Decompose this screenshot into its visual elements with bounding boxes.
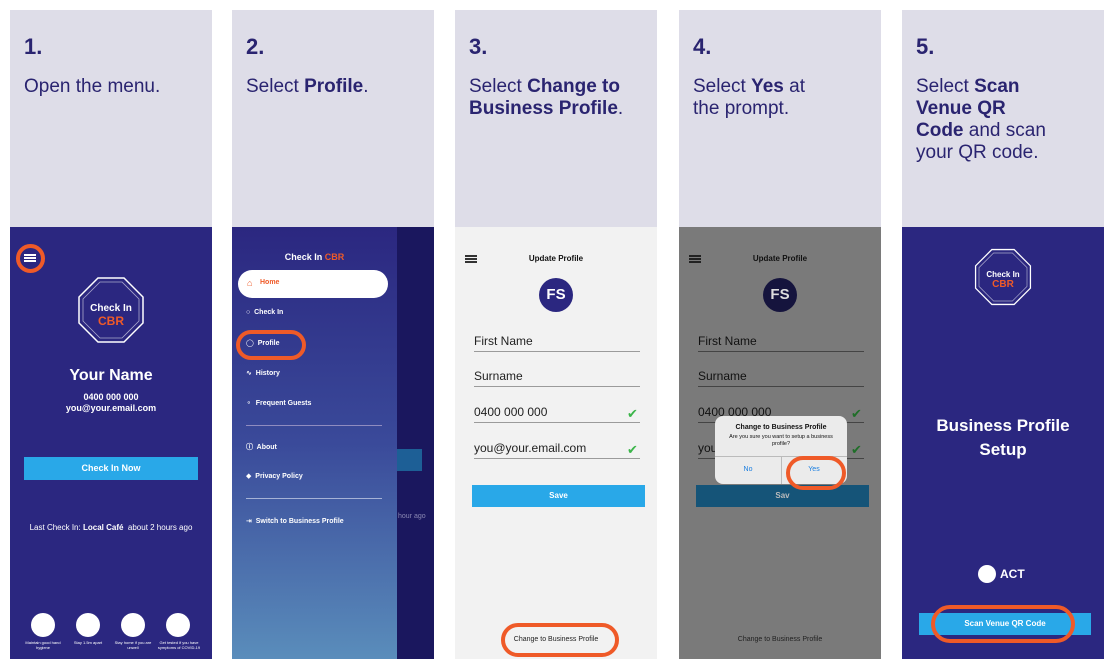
step-text: Select Change to Business Profile. [469, 76, 624, 119]
distance-icon [76, 613, 100, 637]
menu-divider [246, 425, 382, 426]
menu-item-check-in[interactable]: ○ Check In [246, 309, 283, 316]
field-underline [474, 351, 640, 352]
step-number: 2. [246, 34, 265, 59]
avatar: FS [763, 278, 797, 312]
home-icon: ⌂ [247, 278, 253, 288]
test-swab-icon [166, 613, 190, 637]
last-check-in: Last Check In: Local Café about 2 hours … [29, 523, 193, 532]
menu-item-about[interactable]: ⓘ About [246, 442, 277, 452]
avatar: FS [539, 278, 573, 312]
heading-line-1: Business Profile [936, 416, 1070, 435]
instruction-panel: 5. Select Scan Venue QR Code and scan yo… [902, 10, 1104, 227]
menu-item-history[interactable]: ∿ History [246, 369, 280, 377]
logo-text: Check In [986, 270, 1020, 279]
check-in-icon: ○ [246, 309, 251, 316]
logo-accent-text: CBR [992, 279, 1014, 290]
step-number: 5. [916, 34, 935, 59]
check-in-now-button[interactable]: Check In Now [24, 457, 198, 480]
dimmed-button [397, 449, 422, 471]
instruction-panel: 2. Select Profile. [232, 10, 434, 227]
step-text: Select Scan Venue QR Code and scan your … [916, 76, 1046, 163]
dimmed-background [397, 227, 434, 659]
step-number: 1. [24, 34, 43, 59]
step-2: 2. Select Profile. hour ago Check In CBR… [232, 10, 434, 659]
act-government-logo: ACT [1000, 567, 1025, 581]
hamburger-menu-icon[interactable] [24, 254, 36, 262]
highlight-ring [501, 623, 619, 657]
act-government-crest-icon [978, 565, 996, 583]
stay-home-icon [121, 613, 145, 637]
step-number: 4. [693, 34, 712, 59]
logo-text: Check In [90, 303, 132, 314]
step-text: Open the menu. [24, 76, 161, 97]
tip-label: Get tested if you have symptoms of COVID… [157, 640, 201, 650]
logo-accent-text: CBR [98, 314, 124, 328]
check-icon: ✔ [627, 442, 638, 457]
menu-divider [246, 498, 382, 499]
highlight-ring [931, 605, 1075, 643]
dialog-title: Change to Business Profile [735, 424, 827, 431]
highlight-ring [786, 456, 846, 490]
menu-item-home[interactable]: ⌂ Home [238, 270, 388, 298]
first-name-field[interactable]: First Name [474, 334, 533, 348]
phone-field[interactable]: 0400 000 000 [474, 405, 547, 419]
screen-title: Update Profile [528, 254, 584, 263]
phone-screen-update-profile: Update Profile FS First Name Surname 040… [455, 227, 657, 659]
hand-hygiene-icon [31, 613, 55, 637]
menu-title: Check In CBR [284, 252, 345, 262]
step-1: 1. Open the menu. Check In CBR Your Name… [10, 10, 212, 659]
heading-line-2: Setup [979, 440, 1027, 459]
phone-screen-dialog: Update Profile FS First Name Surname 040… [679, 227, 881, 659]
step-5: 5. Select Scan Venue QR Code and scan yo… [902, 10, 1104, 659]
user-phone: 0400 000 000 [83, 392, 139, 402]
user-email: you@your.email.com [65, 403, 157, 413]
phone-screen-menu: hour ago Check In CBR ⌂ Home ○ Check In … [232, 227, 434, 659]
change-to-business-link: Change to Business Profile [737, 636, 823, 643]
menu-item-privacy-policy[interactable]: ◆ Privacy Policy [246, 472, 303, 480]
step-4: 4. Select Yes at the prompt. Update Prof… [679, 10, 881, 659]
highlight-ring [236, 330, 306, 360]
dialog-message: Are you sure you want to setup a busines… [729, 434, 833, 447]
check-icon: ✔ [627, 406, 638, 421]
history-icon: ∿ [246, 370, 252, 377]
screen-title: Update Profile [752, 254, 808, 263]
menu-item-switch-business[interactable]: ⇥ Switch to Business Profile [246, 517, 344, 525]
tip-label: Maintain good hand hygiene [25, 640, 61, 650]
switch-icon: ⇥ [246, 518, 252, 525]
save-button: Sav [696, 485, 869, 507]
info-icon: ⓘ [246, 444, 253, 451]
user-name: Your Name [69, 367, 153, 384]
check-icon: ✔ [851, 442, 862, 457]
surname-field: Surname [698, 369, 747, 383]
step-number: 3. [469, 34, 488, 59]
field-underline [698, 386, 864, 387]
surname-field[interactable]: Surname [474, 369, 523, 383]
check-icon: ✔ [851, 406, 862, 421]
instruction-panel: 1. Open the menu. [10, 10, 212, 227]
dimmed-text: hour ago [398, 513, 426, 520]
field-underline [698, 351, 864, 352]
email-field[interactable]: you@your.email.com [474, 441, 586, 455]
field-underline [474, 458, 640, 459]
tip-label: Stay 1.5m apart [73, 640, 103, 645]
field-underline [474, 386, 640, 387]
first-name-field: First Name [698, 334, 757, 348]
side-menu: Check In CBR ⌂ Home ○ Check In ◯ Profile… [232, 227, 397, 659]
phone-screen-home: Check In CBR Your Name 0400 000 000 you@… [10, 227, 212, 659]
tip-label: Stay home if you are unwell [114, 640, 152, 650]
phone-screen-business-setup: Check In CBR Business Profile Setup ACT … [902, 227, 1104, 659]
step-text: Select Profile. [246, 76, 369, 97]
instruction-panel: 4. Select Yes at the prompt. [679, 10, 881, 227]
field-underline [474, 422, 640, 423]
menu-item-label: Home [260, 279, 280, 286]
guests-icon: ⚬ [246, 400, 252, 407]
step-text: Select Yes at the prompt. [693, 76, 805, 119]
instruction-panel: 3. Select Change to Business Profile. [455, 10, 657, 227]
shield-icon: ◆ [246, 473, 252, 480]
step-3: 3. Select Change to Business Profile. Up… [455, 10, 657, 659]
save-button[interactable]: Save [472, 485, 645, 507]
dialog-no-button[interactable]: No [715, 466, 781, 473]
menu-item-frequent-guests[interactable]: ⚬ Frequent Guests [246, 399, 311, 407]
